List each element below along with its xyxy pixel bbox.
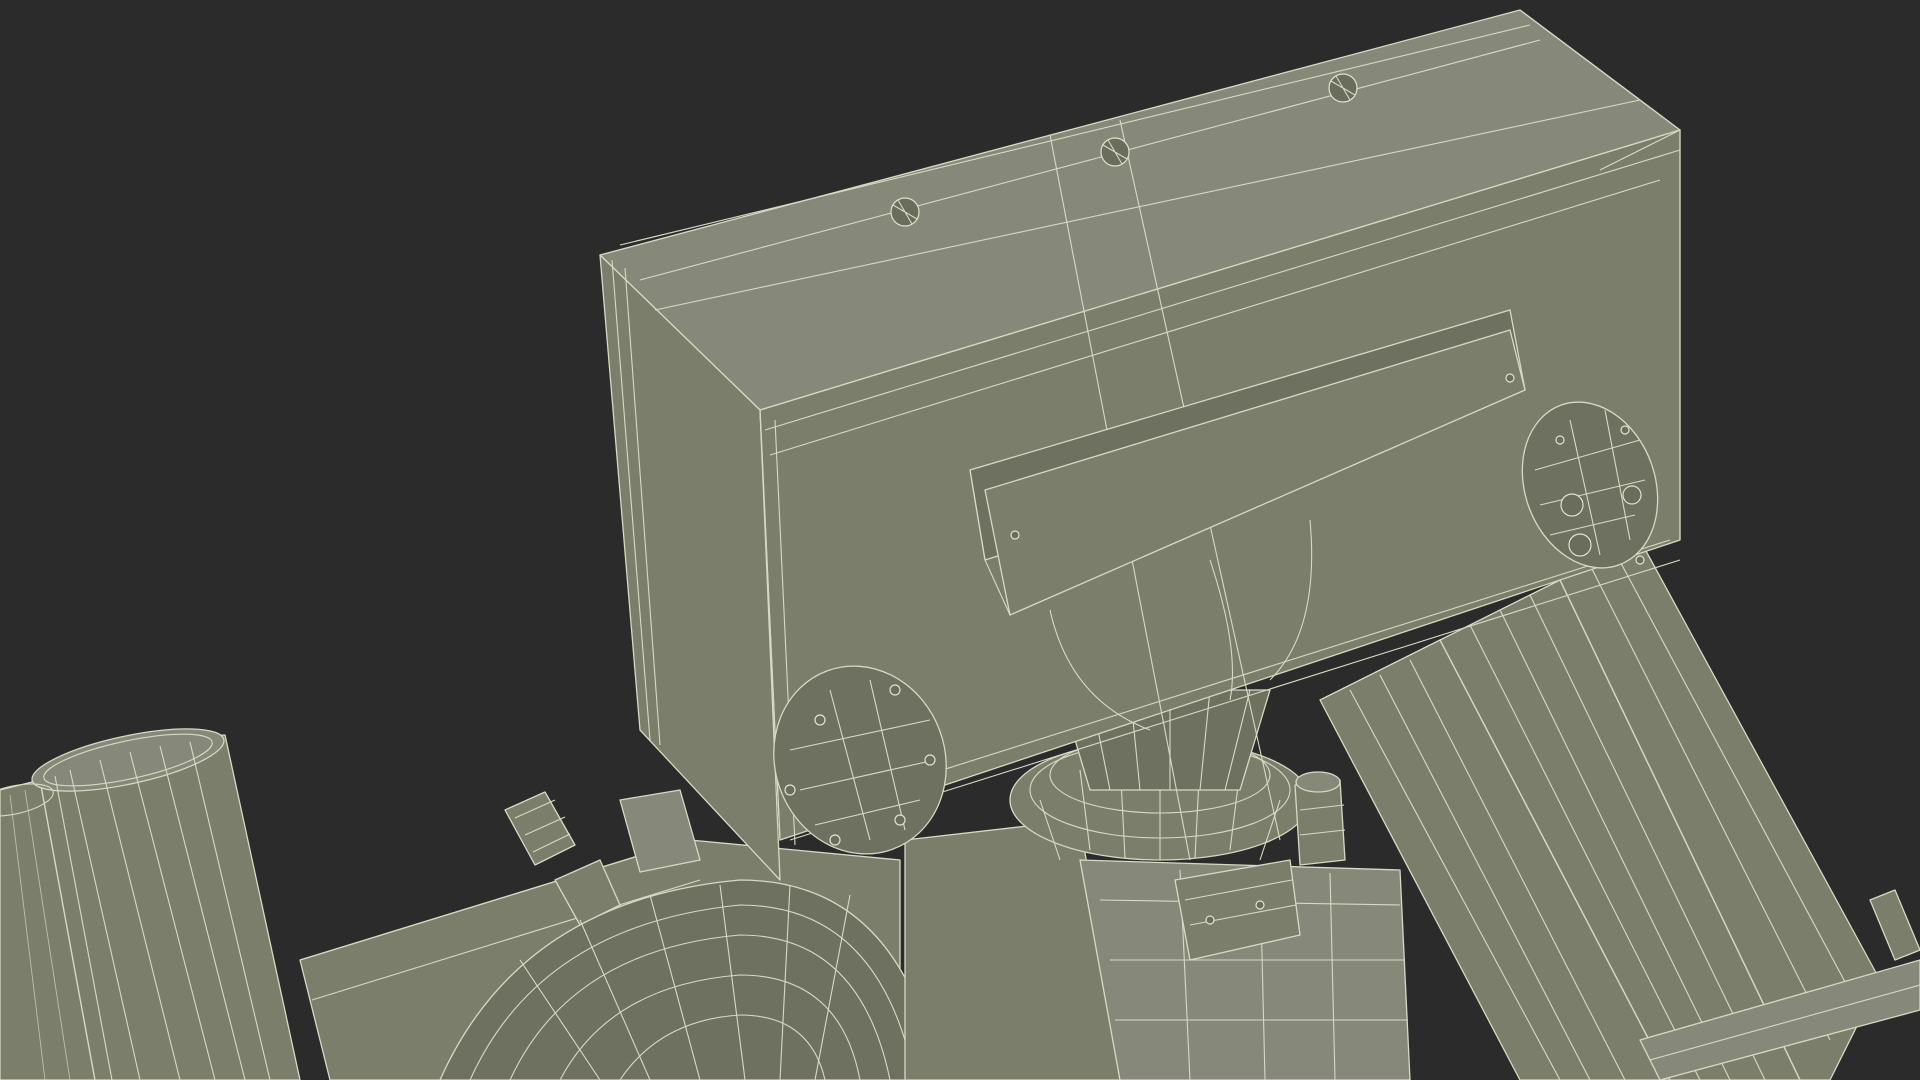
left-launcher-tubes [0, 728, 301, 1080]
wireframe-render [0, 9, 1920, 1080]
